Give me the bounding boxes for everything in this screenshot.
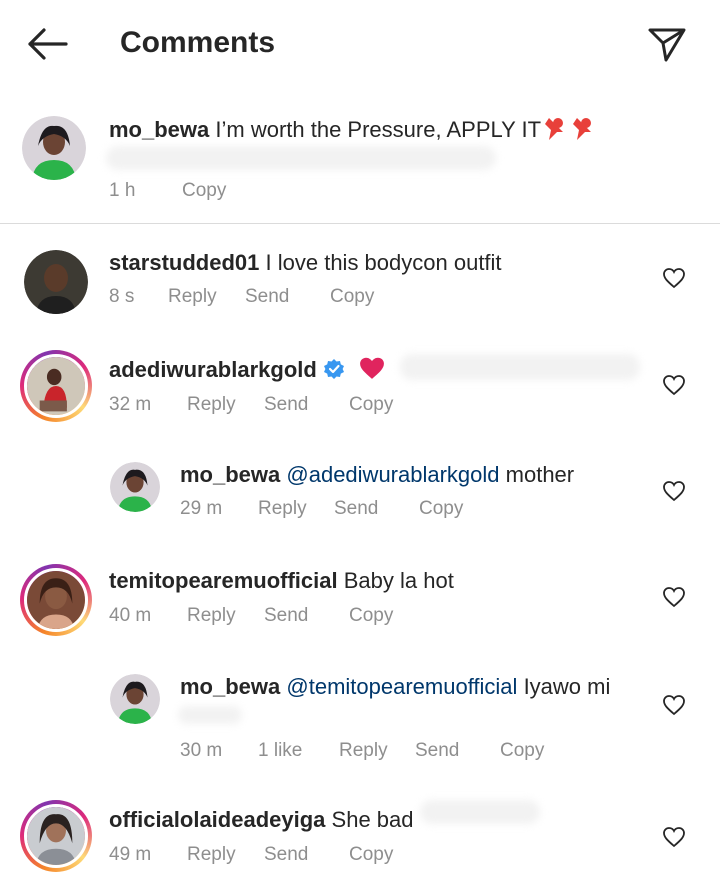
caption-username[interactable]: mo_bewa bbox=[109, 117, 209, 142]
reply-button[interactable]: Reply bbox=[187, 605, 236, 627]
reply-button[interactable]: Reply bbox=[187, 844, 236, 866]
send-button[interactable]: Send bbox=[334, 498, 378, 520]
mention-link[interactable]: @adediwurablarkgold bbox=[286, 462, 499, 487]
caption-divider bbox=[0, 223, 720, 224]
redacted-text bbox=[400, 354, 640, 380]
mention-link[interactable]: @temitopearemuofficial bbox=[286, 674, 517, 699]
paper-plane-icon[interactable] bbox=[646, 24, 688, 66]
copy-button[interactable]: Copy bbox=[419, 498, 463, 520]
red-heart-emoji-icon bbox=[360, 357, 384, 379]
page-title: Comments bbox=[120, 26, 276, 59]
reply-item: mo_bewa @temitopearemuofficial Iyawo mi … bbox=[0, 670, 720, 780]
redacted-text bbox=[178, 706, 242, 724]
reply-text-line: mo_bewa @temitopearemuofficial Iyawo mi bbox=[180, 674, 610, 700]
back-arrow-icon[interactable] bbox=[26, 26, 68, 62]
top-bar: Comments bbox=[0, 0, 720, 88]
comment-username[interactable]: mo_bewa bbox=[180, 462, 280, 487]
comment-text: Iyawo mi bbox=[523, 674, 611, 699]
comment-text: I love this bodycon outfit bbox=[265, 250, 502, 275]
caption-meta: 1 h Copy bbox=[109, 180, 409, 204]
heart-outline-icon[interactable] bbox=[662, 480, 686, 502]
reply-button[interactable]: Reply bbox=[168, 286, 217, 308]
comment-meta: 32 m Reply Send Copy bbox=[109, 394, 509, 418]
comment-meta: 8 s Reply Send Copy bbox=[109, 286, 509, 310]
comment-item: officialolaideadeyiga She bad 49 m Reply… bbox=[0, 798, 720, 874]
copy-button[interactable]: Copy bbox=[349, 844, 393, 866]
redacted-text bbox=[420, 800, 540, 824]
comment-username[interactable]: adediwurablarkgold bbox=[109, 357, 317, 382]
comment-username[interactable]: starstudded01 bbox=[109, 250, 259, 275]
comment-time: 49 m bbox=[109, 844, 152, 865]
avatar[interactable] bbox=[20, 800, 92, 872]
comment-item: adediwurablarkgold 32 m Reply Send Copy bbox=[0, 350, 720, 436]
caption-text-line: mo_bewa I’m worth the Pressure, APPLY IT bbox=[109, 116, 597, 146]
comment-text: mother bbox=[505, 462, 575, 487]
copy-button[interactable]: Copy bbox=[349, 605, 393, 627]
heart-outline-icon[interactable] bbox=[662, 374, 686, 396]
avatar[interactable] bbox=[20, 564, 92, 636]
comment-text: She bad bbox=[331, 807, 414, 832]
comment-meta: 49 m Reply Send Copy bbox=[109, 844, 509, 868]
comment-time: 29 m bbox=[180, 498, 223, 519]
comment-item: temitopearemuofficial Baby la hot 40 m R… bbox=[0, 562, 720, 646]
comment-time: 30 m bbox=[180, 740, 223, 761]
comment-text-line: temitopearemuofficial Baby la hot bbox=[109, 568, 454, 594]
send-button[interactable]: Send bbox=[264, 605, 308, 627]
comment-username[interactable]: mo_bewa bbox=[180, 674, 280, 699]
reply-button[interactable]: Reply bbox=[258, 498, 307, 520]
verified-badge-icon bbox=[323, 359, 344, 379]
comment-meta: 30 m 1 like Reply Send Copy bbox=[180, 740, 580, 764]
comment-text-line: starstudded01 I love this bodycon outfit bbox=[109, 250, 502, 276]
comment-text: Baby la hot bbox=[343, 568, 454, 593]
comment-meta: 40 m Reply Send Copy bbox=[109, 605, 509, 629]
avatar[interactable] bbox=[24, 250, 88, 314]
reply-item: mo_bewa @adediwurablarkgold mother 29 m … bbox=[0, 458, 720, 538]
comment-text-line: officialolaideadeyiga She bad bbox=[109, 807, 414, 833]
comment-text-line: adediwurablarkgold bbox=[109, 356, 385, 383]
likes-count[interactable]: 1 like bbox=[258, 740, 302, 762]
comment-time: 32 m bbox=[109, 394, 152, 415]
send-button[interactable]: Send bbox=[264, 844, 308, 866]
heart-outline-icon[interactable] bbox=[662, 586, 686, 608]
caption-block: mo_bewa I’m worth the Pressure, APPLY IT… bbox=[0, 112, 720, 222]
copy-button[interactable]: Copy bbox=[500, 740, 544, 762]
avatar[interactable] bbox=[110, 674, 160, 724]
heart-outline-icon[interactable] bbox=[662, 826, 686, 848]
avatar[interactable] bbox=[110, 462, 160, 512]
caption-text: I’m worth the Pressure, APPLY IT bbox=[215, 117, 542, 142]
reply-button[interactable]: Reply bbox=[187, 394, 236, 416]
copy-button[interactable]: Copy bbox=[349, 394, 393, 416]
comment-username[interactable]: temitopearemuofficial bbox=[109, 568, 338, 593]
heart-outline-icon[interactable] bbox=[662, 267, 686, 289]
comment-item: starstudded01 I love this bodycon outfit… bbox=[0, 248, 720, 328]
comment-meta: 29 m Reply Send Copy bbox=[180, 498, 500, 522]
comment-time: 8 s bbox=[109, 286, 135, 307]
avatar[interactable] bbox=[20, 350, 92, 422]
reply-button[interactable]: Reply bbox=[339, 740, 388, 762]
comment-username[interactable]: officialolaideadeyiga bbox=[109, 807, 325, 832]
caption-time: 1 h bbox=[109, 180, 136, 201]
send-button[interactable]: Send bbox=[415, 740, 459, 762]
comment-time: 40 m bbox=[109, 605, 152, 626]
reply-text-line: mo_bewa @adediwurablarkgold mother bbox=[180, 462, 574, 488]
copy-button[interactable]: Copy bbox=[182, 180, 226, 202]
send-button[interactable]: Send bbox=[264, 394, 308, 416]
send-button[interactable]: Send bbox=[245, 286, 289, 308]
avatar[interactable] bbox=[22, 116, 86, 180]
heart-outline-icon[interactable] bbox=[662, 694, 686, 716]
copy-button[interactable]: Copy bbox=[330, 286, 374, 308]
redacted-text bbox=[106, 146, 496, 170]
pushpin-emoji-icon bbox=[541, 116, 597, 146]
